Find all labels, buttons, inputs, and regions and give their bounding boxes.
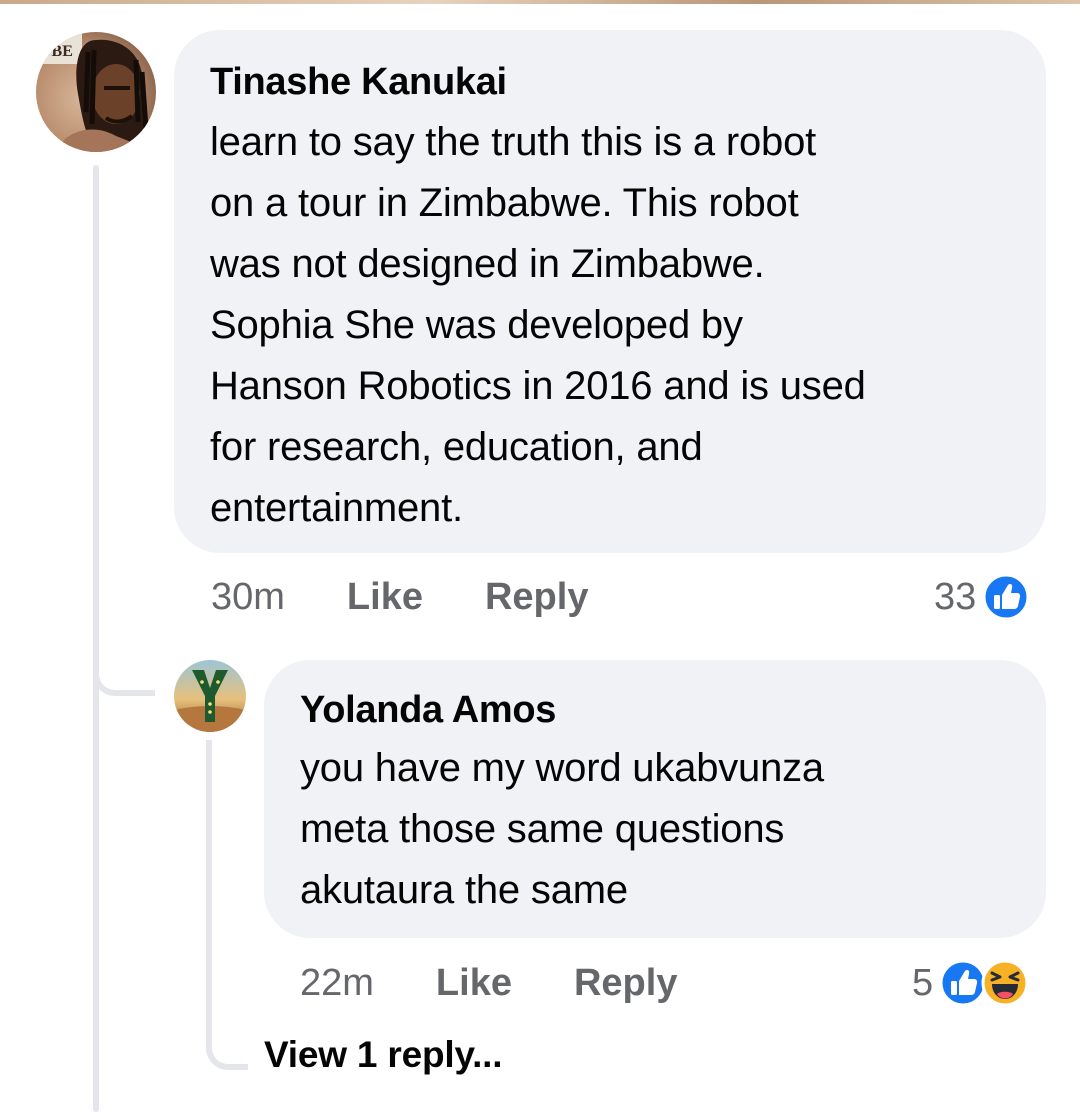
post-image-edge bbox=[0, 0, 1080, 4]
like-icon bbox=[982, 573, 1030, 621]
comment-text: learn to say the truth this is a robot o… bbox=[210, 112, 1010, 539]
comment-timestamp[interactable]: 30m bbox=[211, 576, 285, 619]
comment-author[interactable]: Tinashe Kanukai bbox=[210, 58, 1010, 106]
reply-line: you have my word ukabvunza bbox=[300, 746, 824, 790]
avatar[interactable]: UBE bbox=[36, 32, 156, 152]
reply-author[interactable]: Yolanda Amos bbox=[300, 686, 1010, 734]
reaction-count: 33 bbox=[934, 575, 977, 618]
comment-line: for research, education, and bbox=[210, 425, 703, 469]
reply-line: meta those same questions bbox=[300, 807, 785, 851]
comment-line: on a tour in Zimbabwe. This robot bbox=[210, 181, 799, 225]
comment-line: Hanson Robotics in 2016 and is used bbox=[210, 364, 866, 408]
haha-icon bbox=[981, 959, 1029, 1007]
like-button[interactable]: Like bbox=[347, 576, 423, 619]
like-icon bbox=[939, 959, 987, 1007]
reply-line: akutaura the same bbox=[300, 868, 628, 912]
comment-line: was not designed in Zimbabwe. bbox=[210, 242, 765, 286]
thread-connector bbox=[93, 640, 155, 696]
reply-thread-line bbox=[206, 740, 248, 1070]
like-button[interactable]: Like bbox=[436, 962, 512, 1005]
comment-line: learn to say the truth this is a robot bbox=[210, 120, 817, 164]
reply-text: you have my word ukabvunza meta those sa… bbox=[300, 738, 1010, 921]
comment-actions: 30m Like Reply bbox=[211, 572, 588, 622]
comment-bubble: Tinashe Kanukai learn to say the truth t… bbox=[174, 30, 1046, 553]
reaction-count: 5 bbox=[912, 961, 934, 1004]
reply-button[interactable]: Reply bbox=[485, 576, 588, 619]
reaction-summary[interactable]: 33 bbox=[934, 572, 1030, 622]
reply-timestamp[interactable]: 22m bbox=[300, 962, 374, 1005]
reply-bubble: Yolanda Amos you have my word ukabvunza … bbox=[264, 660, 1046, 938]
comment-thread: UBE Tinashe Kanukai learn to say the tru… bbox=[0, 0, 1080, 1112]
view-replies-link[interactable]: View 1 reply... bbox=[264, 1034, 503, 1076]
comment-line: entertainment. bbox=[210, 486, 463, 530]
thread-line bbox=[93, 165, 99, 1112]
comment-line: Sophia She was developed by bbox=[210, 303, 743, 347]
avatar[interactable] bbox=[174, 660, 246, 732]
reply-button[interactable]: Reply bbox=[574, 962, 677, 1005]
avatar-lettering: UBE bbox=[40, 43, 73, 60]
reaction-summary[interactable]: 5 bbox=[912, 958, 1029, 1008]
reply-actions: 22m Like Reply bbox=[300, 958, 677, 1008]
